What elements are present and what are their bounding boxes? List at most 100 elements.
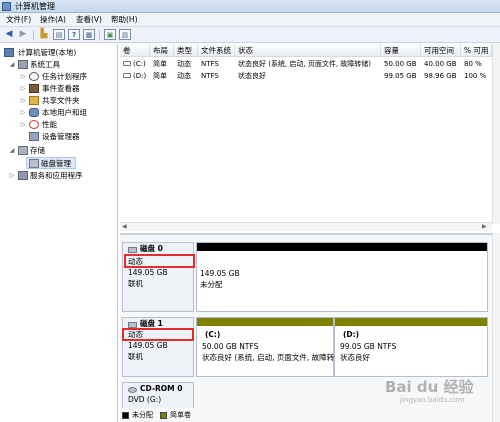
column-header-volume[interactable]: 卷 <box>120 44 150 57</box>
disk-1-size: 149.05 GB <box>128 341 168 350</box>
title-bar: 计算机管理 <box>0 0 500 13</box>
partition-status: 状态良好 (系统, 启动, 页面文件, 故障转储 <box>202 353 334 362</box>
partition-size: 149.05 GB <box>200 269 240 278</box>
partition-status: 状态良好 <box>340 353 370 362</box>
partition-detail: 99.05 GB NTFS <box>340 342 397 351</box>
back-arrow-icon[interactable]: ◀ <box>3 29 15 40</box>
scroll-left-arrow-icon[interactable]: ◀ <box>122 224 127 230</box>
partition-label: 未分配 <box>200 280 223 289</box>
forward-arrow-icon[interactable]: ▶ <box>17 29 29 40</box>
volume-list-horizontal-scrollbar[interactable]: ◀ ▶ <box>120 222 492 231</box>
legend-unallocated-swatch <box>122 412 129 419</box>
table-row[interactable]: (D:) 简单 动态 NTFS 状态良好 99.05 GB 98.96 GB 1… <box>120 70 492 82</box>
cdrom-icon <box>128 387 137 393</box>
tree-local-users-label: 本地用户和组 <box>42 108 87 117</box>
menu-bar: 文件(F) 操作(A) 查看(V) 帮助(H) <box>0 13 500 27</box>
expand-arrow-icon[interactable]: ▷ <box>19 71 27 83</box>
users-icon <box>29 108 39 117</box>
cell-capacity: 99.05 GB <box>384 72 417 80</box>
column-header-layout[interactable]: 布局 <box>150 44 174 57</box>
column-header-capacity[interactable]: 容量 <box>381 44 421 57</box>
volume-list-vertical-scrollbar[interactable] <box>492 44 500 224</box>
partition-drive: (D:) <box>343 330 360 339</box>
column-header-status[interactable]: 状态 <box>235 44 381 57</box>
column-header-filesystem[interactable]: 文件系统 <box>198 44 235 57</box>
menu-help[interactable]: 帮助(H) <box>111 15 138 25</box>
disk-0-status: 联机 <box>128 279 143 288</box>
cell-capacity: 50.00 GB <box>384 60 417 68</box>
tree-disk-management-label: 磁盘管理 <box>41 159 71 168</box>
disk-0-info[interactable]: 磁盘 0 动态 149.05 GB 联机 <box>122 242 194 312</box>
cell-volume-text: (D:) <box>133 72 147 80</box>
menu-action[interactable]: 操作(A) <box>40 15 66 25</box>
disk-0-partition-unallocated[interactable]: 149.05 GB 未分配 <box>196 242 488 312</box>
tree-root-label: 计算机管理(本地) <box>18 48 77 57</box>
expand-arrow-icon[interactable]: ▷ <box>8 170 16 182</box>
cell-status: 状态良好 <box>238 72 266 80</box>
expand-arrow-icon[interactable]: ▷ <box>19 107 27 119</box>
highlight-box <box>124 254 195 268</box>
show-hide-tree-icon[interactable]: ▤ <box>53 29 65 40</box>
clock-icon <box>29 72 39 81</box>
help-icon[interactable]: ? <box>68 29 80 40</box>
shared-folder-icon <box>29 96 39 105</box>
cell-filesystem: NTFS <box>201 72 219 80</box>
tree-shared-folders-label: 共享文件夹 <box>42 96 80 105</box>
menu-file[interactable]: 文件(F) <box>6 15 31 25</box>
cell-free-space: 40.00 GB <box>424 60 457 68</box>
column-header-percent-free[interactable]: % 可用 <box>461 44 492 57</box>
column-header-free-space[interactable]: 可用空间 <box>421 44 461 57</box>
collapse-arrow-icon[interactable]: ◢ <box>8 59 16 71</box>
cell-filesystem: NTFS <box>201 60 219 68</box>
disk-view-scrollbar[interactable] <box>492 233 500 422</box>
scroll-right-arrow-icon[interactable]: ▶ <box>482 224 487 230</box>
disk-1-partition-c[interactable]: (C:) 50.00 GB NTFS 状态良好 (系统, 启动, 页面文件, 故… <box>196 317 334 377</box>
simple-volume-bar <box>197 318 333 326</box>
unallocated-bar <box>197 243 487 251</box>
performance-icon <box>29 120 39 129</box>
tree-item-device-manager[interactable]: 设备管理器 <box>2 131 112 143</box>
partition-detail: 50.00 GB NTFS <box>202 342 259 351</box>
cdrom-name: CD-ROM 0 <box>140 384 183 393</box>
column-header-type[interactable]: 类型 <box>174 44 198 57</box>
tree-item-shared-folders[interactable]: ▷ 共享文件夹 <box>2 95 112 107</box>
disk-1-partition-d[interactable]: (D:) 99.05 GB NTFS 状态良好 <box>334 317 488 377</box>
tree-item-disk-management[interactable]: 磁盘管理 <box>26 157 76 169</box>
tree-item-performance[interactable]: ▷ 性能 <box>2 119 112 131</box>
tree-item-system-tools[interactable]: ◢ 系统工具 <box>2 59 112 71</box>
tree-item-storage[interactable]: ◢ 存储 <box>2 145 112 157</box>
expand-arrow-icon[interactable]: ▷ <box>19 83 27 95</box>
tree-services-label: 服务和应用程序 <box>30 171 83 180</box>
computer-icon <box>4 48 14 57</box>
cell-type: 动态 <box>177 60 191 68</box>
simple-volume-bar <box>335 318 487 326</box>
expand-arrow-icon[interactable]: ▷ <box>19 95 27 107</box>
table-row[interactable]: (C:) 简单 动态 NTFS 状态良好 (系统, 启动, 页面文件, 故障转储… <box>120 58 492 70</box>
toolbar: ◀ ▶ ▙ ▤ ? ▦ ▣ ▥ <box>0 27 500 43</box>
cdrom-0-info[interactable]: CD-ROM 0 DVD (G:) <box>122 382 194 408</box>
collapse-arrow-icon[interactable]: ◢ <box>8 145 16 157</box>
navigation-tree: 计算机管理(本地) ◢ 系统工具 ▷ 任务计划程序 ▷ 事件查看器 ▷ 共享文件… <box>0 44 118 422</box>
window-title: 计算机管理 <box>15 2 55 11</box>
toolbar-separator <box>33 30 34 40</box>
disk-1-info[interactable]: 磁盘 1 动态 149.05 GB 联机 <box>122 317 194 377</box>
export-icon[interactable]: ▣ <box>104 29 116 40</box>
tree-performance-label: 性能 <box>42 120 57 129</box>
tree-item-task-scheduler[interactable]: ▷ 任务计划程序 <box>2 71 112 83</box>
cell-percent-free: 100 % <box>464 72 487 80</box>
tree-task-scheduler-label: 任务计划程序 <box>42 72 87 81</box>
cell-volume: (C:) <box>120 58 150 70</box>
device-manager-icon <box>29 132 39 141</box>
cell-free-space: 98.96 GB <box>424 72 457 80</box>
properties-icon[interactable]: ▦ <box>83 29 95 40</box>
legend: 未分配 简单卷 <box>122 410 222 420</box>
computer-management-icon <box>2 2 11 11</box>
settings-icon[interactable]: ▥ <box>119 29 131 40</box>
up-folder-icon[interactable]: ▙ <box>38 29 50 40</box>
tree-item-services[interactable]: ▷ 服务和应用程序 <box>2 170 112 182</box>
tree-item-local-users[interactable]: ▷ 本地用户和组 <box>2 107 112 119</box>
legend-simple-volume-label: 简单卷 <box>170 411 191 419</box>
tree-item-event-viewer[interactable]: ▷ 事件查看器 <box>2 83 112 95</box>
menu-view[interactable]: 查看(V) <box>76 15 102 25</box>
expand-arrow-icon[interactable]: ▷ <box>19 119 27 131</box>
